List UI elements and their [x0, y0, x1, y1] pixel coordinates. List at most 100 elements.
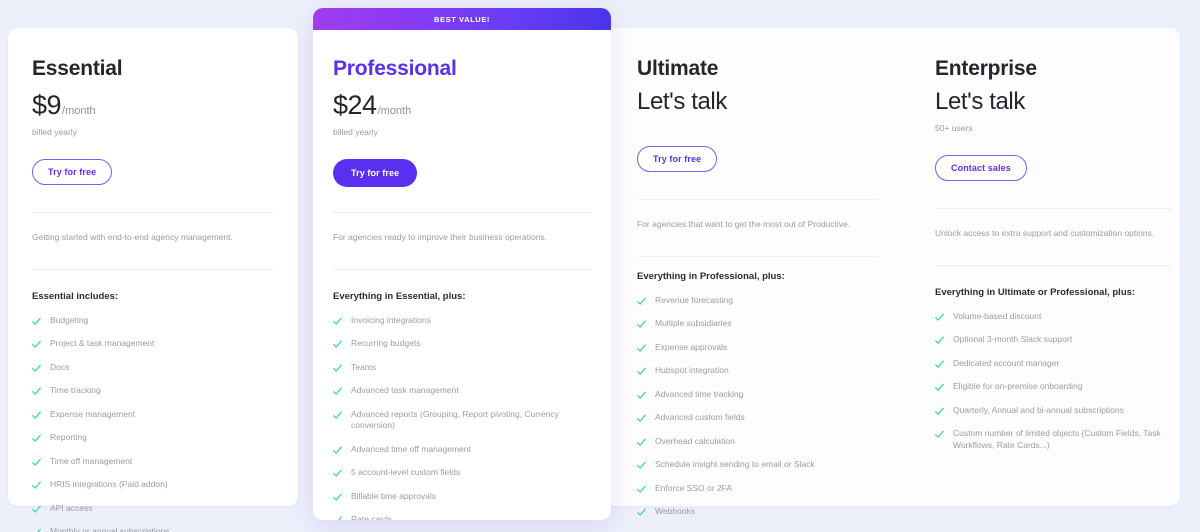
list-item: Advanced custom fields — [637, 412, 877, 423]
plan-price-professional: $24 — [333, 90, 377, 120]
check-icon — [637, 391, 646, 400]
feature-label: Multiple subsidiaries — [655, 318, 732, 329]
users-note-enterprise: 50+ users — [935, 123, 973, 133]
plan-card-ultimate[interactable]: Ultimate Let's talk Try for free For age… — [613, 28, 901, 516]
check-icon — [32, 434, 41, 443]
try-for-free-button-ultimate[interactable]: Try for free — [637, 146, 718, 172]
feature-list-essential: Budgeting Project & task management Docs… — [32, 315, 274, 532]
check-icon — [637, 461, 646, 470]
plan-title-professional: Professional — [333, 57, 457, 80]
feature-label: Schedule insight sending to email or Sla… — [655, 459, 815, 470]
feature-label: Rate cards — [351, 513, 393, 520]
list-item: Quarterly, Annual and bi-annual subscrip… — [935, 405, 1172, 416]
try-for-free-button-essential[interactable]: Try for free — [32, 159, 113, 185]
feature-label: Advanced custom fields — [655, 412, 745, 423]
divider-ultimate-top — [637, 199, 877, 200]
feature-label: Advanced task management — [351, 385, 459, 396]
list-item: API access — [32, 503, 274, 514]
check-icon — [935, 430, 944, 439]
plan-price-row-essential: $9 /month — [32, 90, 274, 121]
list-item: Dedicated account manager — [935, 358, 1172, 369]
divider-professional-bottom — [333, 268, 591, 270]
list-item: Advanced time off management — [333, 444, 591, 455]
feature-label: Time off management — [50, 455, 133, 466]
check-icon — [637, 508, 646, 517]
check-icon — [333, 317, 342, 326]
includes-title-professional: Everything in Essential, plus: — [333, 290, 466, 302]
feature-label: Eligible for on-premise onboarding — [953, 381, 1083, 392]
list-item: Advanced reports (Grouping, Report pivot… — [333, 409, 591, 432]
contact-sales-button[interactable]: Contact sales — [935, 155, 1027, 181]
plan-card-professional[interactable]: BEST VALUE! Professional $24 /month bill… — [313, 8, 611, 520]
feature-label: Expense management — [50, 408, 136, 419]
check-icon — [637, 344, 646, 353]
check-icon — [333, 411, 342, 420]
includes-title-enterprise: Everything in Ultimate or Professional, … — [935, 286, 1136, 298]
check-icon — [935, 383, 944, 392]
list-item: Rate cards — [333, 514, 591, 520]
plan-price-row-professional: $24 /month — [333, 90, 591, 121]
divider-enterprise-bottom — [935, 264, 1172, 266]
list-item: Webhooks — [637, 506, 877, 517]
includes-title-ultimate: Everything in Professional, plus: — [637, 270, 785, 282]
feature-label: Enforce SSO or 2FA — [655, 482, 733, 493]
feature-label: Monthly or annual subscriptions — [50, 525, 170, 532]
feature-label: Reporting — [50, 432, 87, 443]
feature-label: Advanced time off management — [351, 443, 471, 454]
plan-card-enterprise[interactable]: Enterprise Let's talk 50+ users Contact … — [911, 28, 1196, 506]
cta-wrap-professional: Try for free — [333, 159, 591, 187]
billing-note-professional: billed yearly — [333, 127, 378, 137]
list-item: Time off management — [32, 456, 274, 467]
plan-price-essential: $9 — [32, 90, 62, 120]
plan-title-essential: Essential — [32, 57, 123, 80]
list-item: Teams — [333, 362, 591, 373]
feature-label: Time tracking — [50, 385, 101, 396]
feature-label: Quarterly, Annual and bi-annual subscrip… — [953, 404, 1124, 415]
divider-essential-bottom — [32, 268, 274, 270]
cta-wrap-enterprise: Contact sales — [935, 155, 1172, 181]
try-for-free-button-professional[interactable]: Try for free — [333, 159, 418, 187]
feature-list-ultimate: Revenue forecasting Multiple subsidiarie… — [637, 295, 877, 518]
feature-label: Overhead calculation — [655, 435, 735, 446]
check-icon — [333, 516, 342, 520]
check-icon — [333, 446, 342, 455]
plan-price-enterprise: Let's talk — [935, 88, 1025, 115]
list-item: Project & task management — [32, 338, 274, 349]
feature-label: Teams — [351, 361, 377, 372]
plan-period-essential: /month — [62, 105, 96, 117]
check-icon — [935, 313, 944, 322]
includes-title-essential: Essential includes: — [32, 290, 119, 302]
list-item: Expense approvals — [637, 342, 877, 353]
check-icon — [32, 317, 41, 326]
feature-label: Hubspot integration — [655, 365, 729, 376]
plan-description-enterprise: Unlock access to extra support and custo… — [935, 228, 1155, 238]
divider-professional-top — [333, 212, 591, 213]
list-item: Optional 3-month Slack support — [935, 334, 1172, 345]
check-icon — [32, 411, 41, 420]
feature-label: API access — [50, 502, 93, 513]
check-icon — [935, 336, 944, 345]
list-item: Invoicing integrations — [333, 315, 591, 326]
check-icon — [935, 360, 944, 369]
list-item: Monthly or annual subscriptions — [32, 526, 274, 532]
plan-card-essential[interactable]: Essential $9 /month billed yearly Try fo… — [8, 28, 298, 532]
plan-period-professional: /month — [377, 105, 412, 117]
check-icon — [637, 414, 646, 423]
check-icon — [637, 367, 646, 376]
feature-label: Expense approvals — [655, 341, 728, 352]
divider-essential-top — [32, 212, 274, 213]
pricing-plans-grid: Essential $9 /month billed yearly Try fo… — [0, 0, 1200, 532]
feature-label: Docs — [50, 361, 70, 372]
list-item: 5 account-level custom fields — [333, 467, 591, 478]
list-item: Expense management — [32, 409, 274, 420]
feature-label: Advanced reports (Grouping, Report pivot… — [351, 408, 559, 431]
list-item: Revenue forecasting — [637, 295, 877, 306]
list-item: Budgeting — [32, 315, 274, 326]
plan-description-professional: For agencies ready to improve their busi… — [333, 232, 548, 242]
feature-label: Project & task management — [50, 338, 155, 349]
check-icon — [637, 297, 646, 306]
feature-label: Recurring budgets — [351, 338, 421, 349]
feature-label: Optional 3-month Slack support — [953, 334, 1073, 345]
list-item: Custom number of limited objects (Custom… — [935, 428, 1172, 451]
plan-title-enterprise: Enterprise — [935, 57, 1037, 80]
